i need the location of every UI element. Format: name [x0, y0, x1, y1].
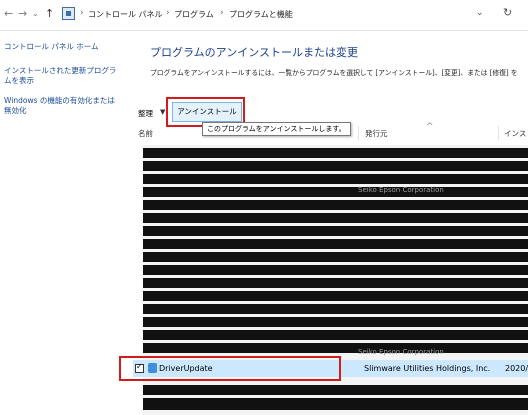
organize-button[interactable]: 整理: [138, 108, 153, 119]
program-publisher: Slimware Utilities Holdings, Inc.: [364, 364, 491, 373]
redacted-row: [143, 304, 528, 314]
breadcrumb-programs[interactable]: プログラム: [174, 9, 214, 20]
view-installed-updates-link[interactable]: インストールされた更新プログラムを表示: [4, 66, 122, 86]
redacted-row: [143, 265, 528, 275]
breadcrumb-programs-and-features[interactable]: プログラムと機能: [229, 9, 293, 20]
column-divider[interactable]: [498, 126, 499, 140]
redacted-row: [143, 330, 528, 340]
row-checkbox[interactable]: [135, 362, 144, 373]
publisher-text-faint: Seiko Epson Corporation: [358, 348, 444, 356]
program-installed-date: 2020/: [505, 364, 528, 373]
column-header-installed-on[interactable]: インス: [504, 128, 526, 139]
publisher-text-faint: Seiko Epson Corporation: [358, 186, 444, 194]
breadcrumb-separator: ›: [220, 8, 224, 18]
redacted-row: [143, 317, 528, 327]
redacted-row: [143, 174, 528, 184]
uninstall-tooltip: このプログラムをアンインストールします。: [202, 122, 351, 136]
redacted-row: [143, 161, 528, 171]
refresh-icon[interactable]: ↻: [503, 6, 512, 19]
breadcrumb-control-panel[interactable]: コントロール パネル: [88, 9, 163, 20]
redacted-row: [143, 398, 528, 410]
redacted-row: [143, 200, 528, 210]
redacted-row: [143, 226, 528, 236]
column-header-publisher[interactable]: 発行元: [365, 128, 388, 139]
address-bar: ← → ⌄ ↑ › コントロール パネル › プログラム › プログラムと機能 …: [0, 0, 528, 31]
redacted-row: [143, 343, 528, 353]
breadcrumb-separator: ›: [166, 8, 170, 18]
task-pane: コントロール パネル ホーム インストールされた更新プログラムを表示 Windo…: [0, 30, 130, 414]
organize-dropdown-icon[interactable]: ▼: [160, 108, 165, 116]
address-dropdown-icon[interactable]: ⌄: [476, 8, 484, 18]
column-header-name[interactable]: 名前: [138, 128, 153, 139]
page-title: プログラムのアンインストールまたは変更: [150, 46, 359, 59]
redacted-row: [143, 278, 528, 288]
recent-locations-icon[interactable]: ⌄: [32, 9, 39, 18]
program-name[interactable]: DriverUpdate: [159, 364, 213, 373]
forward-arrow-icon[interactable]: →: [18, 7, 27, 20]
sort-ascending-icon: ^: [426, 122, 434, 132]
driverupdate-app-icon: [148, 363, 157, 373]
redacted-row: [143, 187, 528, 197]
uninstall-button[interactable]: アンインストール: [172, 102, 242, 122]
redacted-row: [143, 252, 528, 262]
back-arrow-icon[interactable]: ←: [4, 7, 13, 20]
windows-features-link[interactable]: Windows の機能の有効化または無効化: [4, 96, 122, 116]
column-divider[interactable]: [358, 126, 359, 140]
page-description: プログラムをアンインストールするには、一覧からプログラムを選択して [アンインス…: [150, 69, 518, 77]
control-panel-home-link[interactable]: コントロール パネル ホーム: [4, 42, 128, 52]
control-panel-icon: [62, 7, 75, 20]
redacted-row: [143, 148, 528, 158]
up-arrow-icon[interactable]: ↑: [45, 7, 54, 20]
redacted-row: [143, 213, 528, 223]
redacted-row: [143, 239, 528, 249]
breadcrumb-separator: ›: [80, 8, 84, 18]
redacted-row: [143, 385, 528, 395]
redacted-row: [143, 291, 528, 301]
